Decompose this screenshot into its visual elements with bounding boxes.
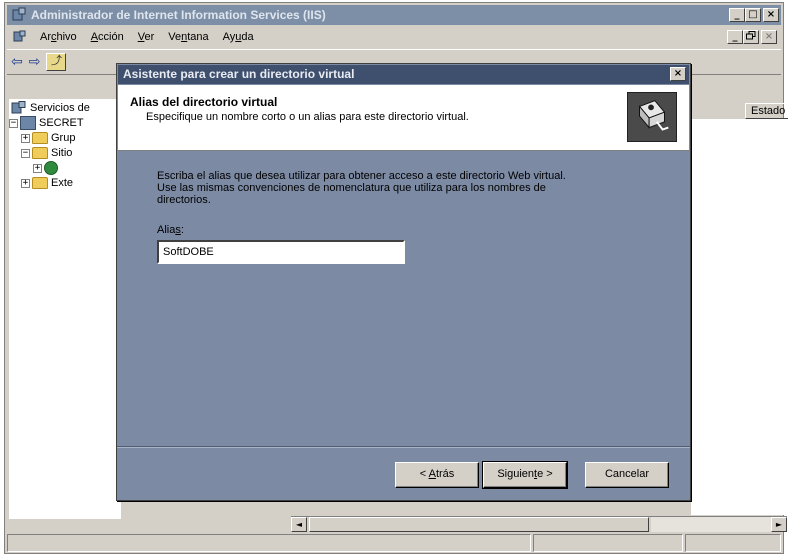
minimize-button[interactable]: _ [729,8,745,22]
wizard-header: Alias del directorio virtual Especifique… [118,85,689,151]
column-header-estado[interactable]: Estado [745,103,788,119]
folder-icon [32,132,48,144]
wizard-separator [117,446,690,448]
menu-ventana[interactable]: Ventana [161,31,215,43]
up-folder-icon[interactable]: ⤴ [46,53,67,71]
tree-item-label: Grup [51,132,76,144]
tree-item-extensiones[interactable]: + Exte [21,176,73,190]
expand-icon[interactable]: + [21,178,30,188]
tree-item-label: Exte [51,177,74,189]
tree-item-sitios[interactable]: − Sitio [21,146,72,160]
forward-arrow-icon[interactable]: ⇨ [29,54,41,70]
alias-input[interactable] [157,240,405,264]
scroll-left-icon[interactable]: ◄ [291,517,307,532]
back-arrow-icon[interactable]: ⇦ [11,54,23,70]
tree-item-label: Sitio [51,147,73,159]
tree-item-label: Servicios de [30,102,90,114]
iis-services-icon [11,101,26,114]
instruction-line-2: Use las mismas convenciones de nomenclat… [157,182,546,194]
website-globe-icon [44,161,58,175]
wizard-instructions: Escriba el alias que desea utilizar para… [157,170,657,206]
folder-icon [32,177,48,189]
status-bar [7,534,781,553]
expand-icon[interactable]: + [21,133,30,143]
cancel-button[interactable]: Cancelar [585,462,669,488]
server-icon [20,116,36,130]
details-pane [691,119,787,515]
virtual-directory-wizard: Asistente para crear un directorio virtu… [116,63,691,501]
scroll-right-icon[interactable]: ► [771,517,787,532]
mdi-restore-button[interactable] [743,30,759,44]
menu-accion[interactable]: Acción [84,31,131,43]
mdi-minimize-button[interactable]: _ [727,30,743,44]
tree-item-grupos[interactable]: + Grup [21,131,75,145]
menu-ver[interactable]: Ver [131,31,162,43]
tree-item-label: SECRET [39,117,84,129]
menu-archivo[interactable]: Archivo [33,31,84,43]
iis-app-icon [12,7,26,21]
menu-ayuda[interactable]: Ayuda [216,31,261,43]
tree-pane: Servicios de − SECRET + Grup − Sitio + +… [9,99,121,519]
mdi-close-button[interactable]: × [761,30,777,44]
instruction-line-3: directorios. [157,194,211,206]
wizard-titlebar: Asistente para crear un directorio virtu… [118,65,689,84]
maximize-button[interactable]: □ [745,8,761,22]
status-cell-3 [685,534,781,552]
wizard-title: Asistente para crear un directorio virtu… [123,67,355,81]
collapse-icon[interactable]: − [9,118,18,128]
folder-icon [32,147,48,159]
wizard-close-button[interactable]: × [670,67,686,81]
alias-label: Alias: [157,224,184,236]
instruction-line-1: Escriba el alias que desea utilizar para… [157,170,566,182]
main-window-title: Administrador de Internet Information Se… [31,8,326,22]
restore-icon [746,31,756,40]
collapse-icon[interactable]: − [21,148,30,158]
wizard-step-title: Alias del directorio virtual [130,95,278,109]
wizard-step-subtitle: Especifique un nombre corto o un alias p… [146,111,469,123]
next-button[interactable]: Siguiente > [482,461,568,489]
close-button[interactable]: × [763,8,779,22]
expand-icon[interactable]: + [33,163,42,173]
horizontal-scrollbar[interactable]: ◄ ► [291,516,787,532]
tree-item-website[interactable]: + [33,161,61,175]
console-icon [13,30,26,42]
main-titlebar: Administrador de Internet Information Se… [7,5,781,25]
tree-item-servicios[interactable]: Servicios de [11,101,90,115]
tree-item-secret[interactable]: − SECRET [9,116,84,130]
scrollbar-thumb[interactable] [309,517,649,532]
back-button[interactable]: < Atrás [395,462,479,488]
status-cell-2 [533,534,683,552]
scrollbar-track[interactable] [651,517,771,532]
wizard-header-icon [627,92,677,142]
status-cell-main [7,534,531,552]
menu-bar: Archivo Acción Ver Ventana Ayuda _ × [7,27,781,47]
